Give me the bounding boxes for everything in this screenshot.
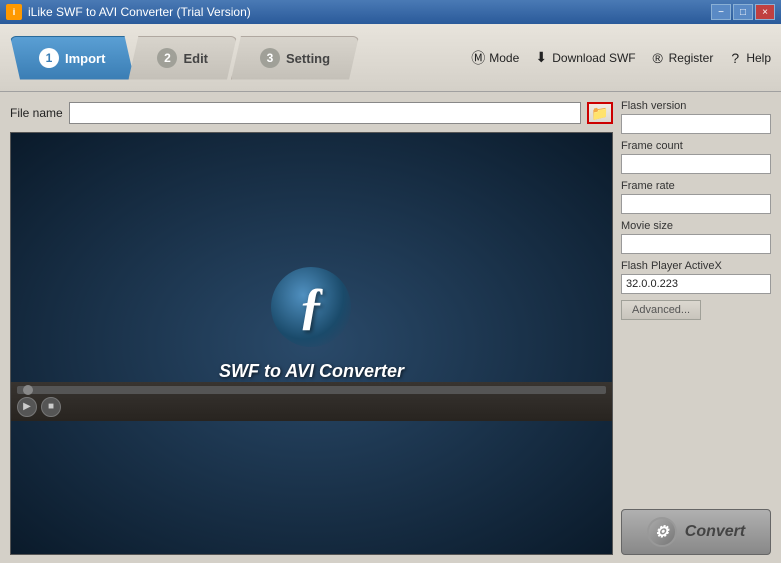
browse-icon: 📁 [591,105,608,122]
convert-button[interactable]: ⚙ Convert [621,509,771,555]
minimize-button[interactable]: − [711,4,731,20]
advanced-button[interactable]: Advanced... [621,300,701,320]
content-area: File name 📁 ƒ SWF to AVI Converter [0,92,781,563]
file-name-row: File name 📁 [10,100,613,126]
toolbar-right: Ⓜ Mode ⬇ Download SWF ® Register ? Help [470,50,771,66]
tab-setting-label: Setting [286,51,330,66]
download-icon: ⬇ [533,50,549,66]
tab-edit-label: Edit [183,51,208,66]
flash-player-label: Flash Player ActiveX [621,260,771,272]
title-bar-buttons: − □ × [711,4,775,20]
title-bar: i iLike SWF to AVI Converter (Trial Vers… [0,0,781,24]
tab-import[interactable]: 1 Import [10,36,134,80]
register-label: Register [669,51,714,65]
convert-icon: ⚙ [647,517,677,547]
tab-setting-number: 3 [260,48,280,68]
help-label: Help [746,51,771,65]
mode-button[interactable]: Ⓜ Mode [470,50,519,66]
flash-logo: ƒ SWF to AVI Converter [219,267,404,382]
frame-rate-label: Frame rate [621,180,771,192]
tabs: 1 Import 2 Edit 3 Setting [10,24,359,91]
help-button[interactable]: ? Help [727,50,771,66]
maximize-button[interactable]: □ [733,4,753,20]
movie-size-label: Movie size [621,220,771,232]
tab-edit-number: 2 [157,48,177,68]
flash-version-label: Flash version [621,100,771,112]
close-button[interactable]: × [755,4,775,20]
mode-icon: Ⓜ [470,50,486,66]
progress-bar[interactable] [17,386,606,394]
spacer [621,326,771,503]
frame-count-input[interactable] [621,154,771,174]
tab-import-label: Import [65,51,105,66]
main-window: 1 Import 2 Edit 3 Setting Ⓜ Mode ⬇ Downl… [0,24,781,563]
stop-button[interactable]: ■ [41,397,61,417]
register-button[interactable]: ® Register [650,50,714,66]
video-controls: ▶ ■ [11,382,612,421]
convert-label: Convert [685,523,745,541]
download-swf-button[interactable]: ⬇ Download SWF [533,50,635,66]
tab-setting[interactable]: 3 Setting [231,36,359,80]
left-panel: File name 📁 ƒ SWF to AVI Converter [10,100,613,555]
mode-label: Mode [489,51,519,65]
frame-count-group: Frame count [621,140,771,174]
download-label: Download SWF [552,51,635,65]
frame-count-label: Frame count [621,140,771,152]
title-bar-left: i iLike SWF to AVI Converter (Trial Vers… [6,4,251,20]
progress-thumb [23,385,33,395]
frame-rate-group: Frame rate [621,180,771,214]
play-button[interactable]: ▶ [17,397,37,417]
flash-icon: ƒ [271,267,351,347]
flash-title: SWF to AVI Converter [219,361,404,382]
right-panel: Flash version Frame count Frame rate Mov… [621,100,771,555]
tab-edit[interactable]: 2 Edit [128,36,237,80]
help-icon: ? [727,50,743,66]
app-title: iLike SWF to AVI Converter (Trial Versio… [28,5,251,19]
control-buttons: ▶ ■ [17,397,606,417]
register-icon: ® [650,50,666,66]
frame-rate-input[interactable] [621,194,771,214]
movie-size-group: Movie size [621,220,771,254]
tab-import-number: 1 [39,48,59,68]
flash-version-input[interactable] [621,114,771,134]
flash-player-group: Flash Player ActiveX [621,260,771,294]
app-icon: i [6,4,22,20]
toolbar: 1 Import 2 Edit 3 Setting Ⓜ Mode ⬇ Downl… [0,24,781,92]
file-name-input[interactable] [69,102,581,124]
flash-f-letter: ƒ [298,281,324,333]
flash-version-group: Flash version [621,100,771,134]
movie-size-input[interactable] [621,234,771,254]
browse-button[interactable]: 📁 [587,102,613,124]
flash-player-input[interactable] [621,274,771,294]
video-area: ƒ SWF to AVI Converter ▶ ■ [10,132,613,555]
file-name-label: File name [10,106,63,120]
